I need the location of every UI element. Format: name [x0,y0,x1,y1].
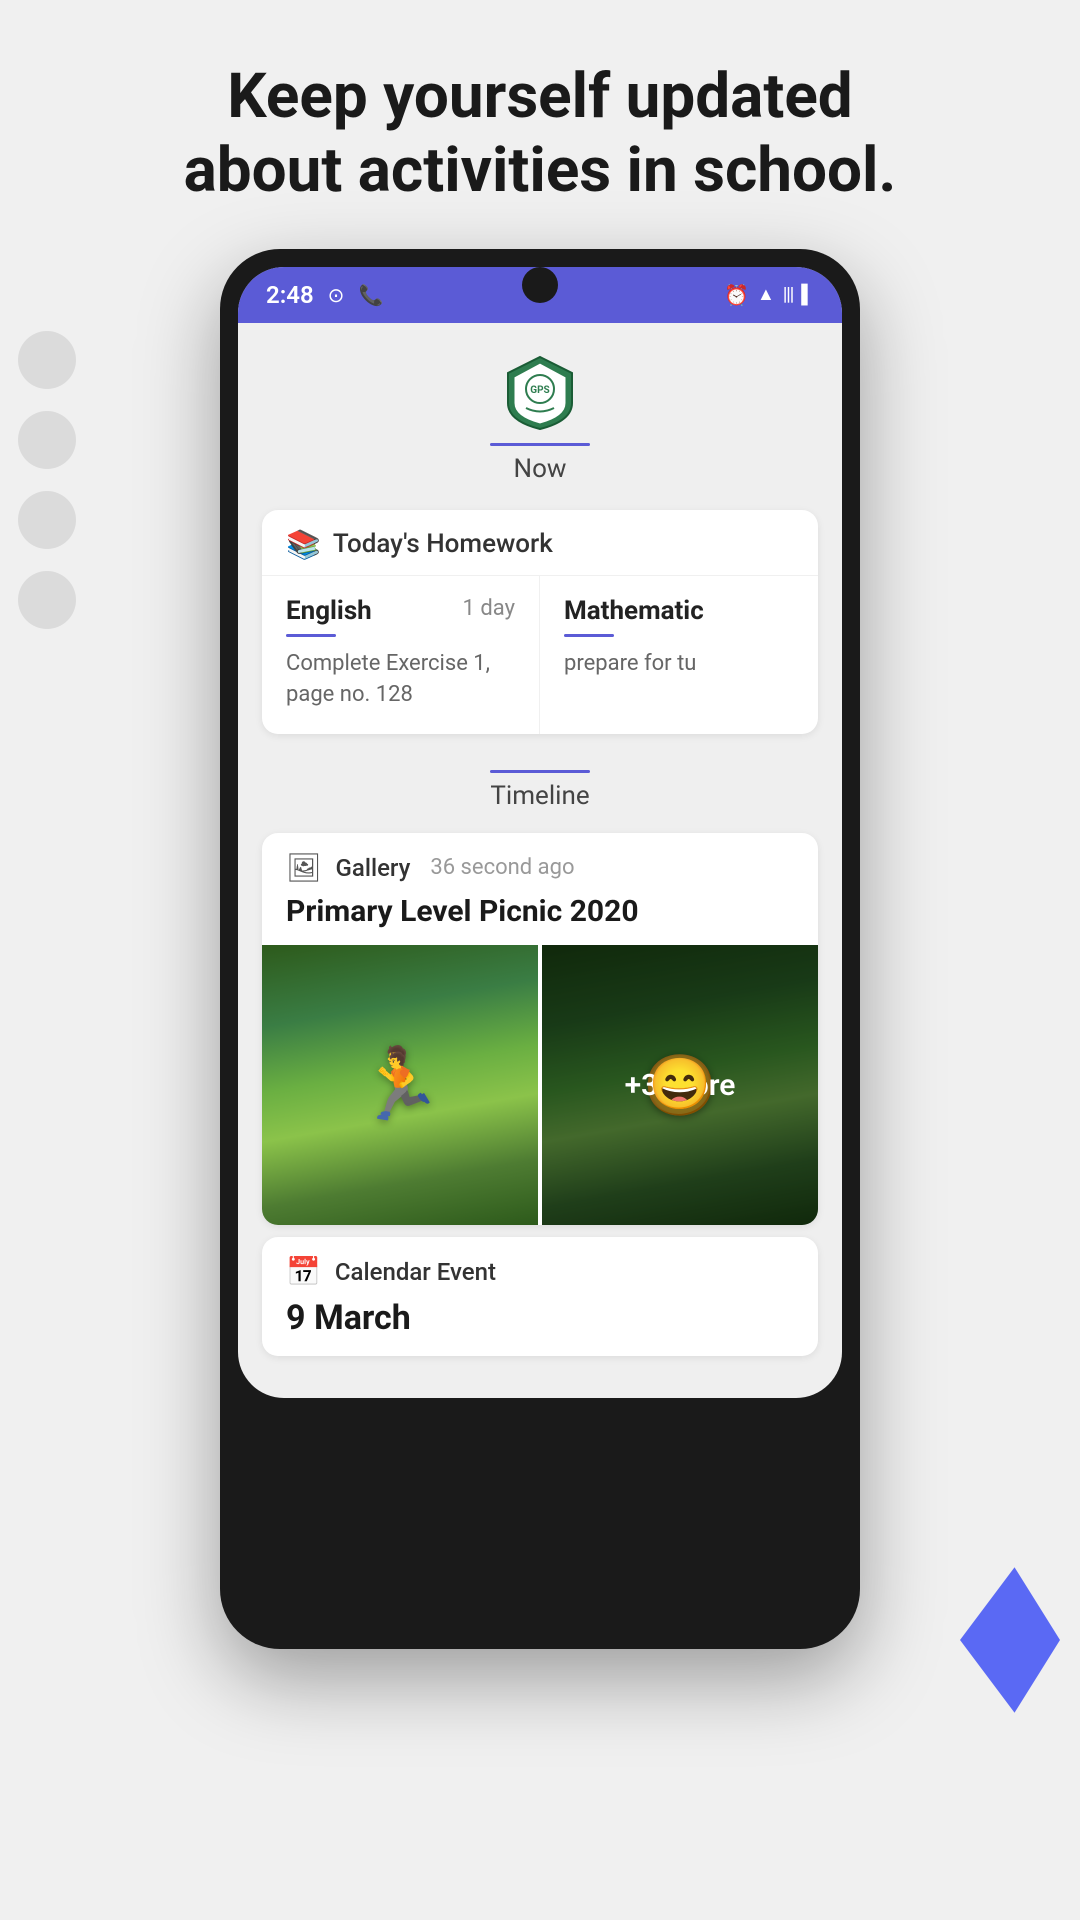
clock-icon: ⏰ [724,283,749,307]
school-logo: GPS [500,353,580,433]
subject-english[interactable]: English 1 day Complete Exercise 1, page … [262,576,540,735]
page-headline: Keep yourself updated about activities i… [0,0,1080,249]
subject-english-desc: Complete Exercise 1, page no. 128 [286,649,515,711]
deco-circle-2 [18,411,76,469]
gallery-card-header: 🖼 Gallery 36 second ago [262,833,818,894]
calendar-date: 9 March [286,1298,794,1338]
subject-english-name: English [286,596,372,626]
gallery-label: Gallery [336,854,411,882]
calendar-icon: 📅 [286,1255,321,1288]
phone-frame: 2:48 ⊙ 📞 ⏰ ▲ ||| ▌ [220,249,860,1649]
subject-math-desc: prepare for tu [564,649,794,680]
subject-english-underline [286,634,336,637]
status-bar-left: 2:48 ⊙ 📞 [266,281,383,309]
signal-icon: ||| [783,284,793,305]
subject-math[interactable]: Mathematic prepare for tu [540,576,818,735]
timeline-tab-underline [490,770,590,773]
calendar-type: Calendar Event [335,1258,496,1286]
now-tab-label: Now [514,454,567,484]
bottom-padding [238,1368,842,1398]
status-time: 2:48 [266,281,314,309]
decorative-circles [18,331,76,629]
more-overlay: +3 more [542,945,818,1225]
deco-circle-3 [18,491,76,549]
calendar-card[interactable]: 📅 Calendar Event 9 March [262,1237,818,1356]
phone-notch [522,267,558,303]
gallery-time: 36 second ago [430,855,574,880]
phone-screen: 2:48 ⊙ 📞 ⏰ ▲ ||| ▌ [238,267,842,1399]
homework-icon: 📚 [286,528,321,561]
subject-math-underline [564,634,614,637]
svg-text:GPS: GPS [530,385,549,396]
headline-line2: about activities in school. [184,134,897,207]
gallery-title: Primary Level Picnic 2020 [262,894,818,945]
subject-english-days: 1 day [463,596,515,621]
homework-header: 📚 Today's Homework [262,510,818,576]
more-count: +3 more [625,1068,736,1103]
status-bar-right: ⏰ ▲ ||| ▌ [724,283,814,307]
now-tab[interactable]: Now [490,443,590,484]
status-icon-1: ⊙ [328,283,345,307]
subject-math-name: Mathematic [564,596,704,626]
timeline-tab-label: Timeline [490,781,589,811]
now-tab-underline [490,443,590,446]
gallery-card[interactable]: 🖼 Gallery 36 second ago Primary Level Pi… [262,833,818,1225]
calendar-card-header: 📅 Calendar Event [286,1255,794,1288]
timeline-section: Timeline [238,750,842,821]
decorative-triangle [960,1480,1080,1800]
school-section: GPS Now [238,323,842,494]
headline-line1: Keep yourself updated [227,60,852,133]
status-icon-2: 📞 [358,283,383,307]
subject-english-header: English 1 day [286,596,515,626]
battery-icon: ▌ [801,284,814,305]
deco-circle-4 [18,571,76,629]
deco-circle-1 [18,331,76,389]
homework-subjects: English 1 day Complete Exercise 1, page … [262,576,818,735]
gallery-image-2[interactable]: 😄 +3 more [542,945,818,1225]
subject-math-header: Mathematic [564,596,794,626]
gallery-image-1[interactable]: 🏃 [262,945,538,1225]
homework-title: Today's Homework [333,529,553,559]
wifi-icon: ▲ [757,284,775,305]
gallery-images: 🏃 😄 +3 more [262,945,818,1225]
gallery-icon: 🖼 [286,851,322,884]
homework-card: 📚 Today's Homework English 1 day Complet… [262,510,818,735]
